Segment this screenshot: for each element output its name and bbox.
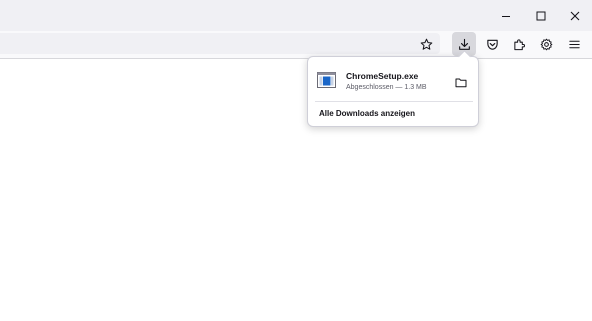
download-item[interactable]: ChromeSetup.exe Abgeschlossen — 1.3 MB xyxy=(312,63,474,101)
pocket-icon xyxy=(486,38,499,51)
pocket-button[interactable] xyxy=(480,32,504,56)
settings-button[interactable] xyxy=(534,32,558,56)
app-menu-button[interactable] xyxy=(562,32,586,56)
minimize-icon xyxy=(501,11,511,21)
folder-icon xyxy=(455,77,467,88)
download-icon xyxy=(458,38,471,51)
maximize-button[interactable] xyxy=(524,0,558,31)
puzzle-icon xyxy=(513,38,526,51)
maximize-icon xyxy=(536,11,546,21)
hamburger-menu-icon xyxy=(568,38,581,51)
panel-divider xyxy=(315,101,473,102)
download-status: Abgeschlossen — 1.3 MB xyxy=(346,84,427,91)
close-icon xyxy=(570,11,580,21)
exe-file-icon xyxy=(317,72,336,88)
star-icon xyxy=(420,38,433,51)
download-filename: ChromeSetup.exe xyxy=(346,71,419,81)
url-bar[interactable] xyxy=(0,33,440,54)
extensions-button[interactable] xyxy=(507,32,531,56)
gear-icon xyxy=(540,38,553,51)
downloads-panel: ChromeSetup.exe Abgeschlossen — 1.3 MB A… xyxy=(307,50,479,127)
title-bar xyxy=(0,0,592,31)
bookmark-button[interactable] xyxy=(414,32,438,56)
show-all-downloads-button[interactable]: Alle Downloads anzeigen xyxy=(319,109,415,118)
open-folder-button[interactable] xyxy=(454,75,468,89)
close-window-button[interactable] xyxy=(558,0,592,31)
minimize-button[interactable] xyxy=(489,0,523,31)
